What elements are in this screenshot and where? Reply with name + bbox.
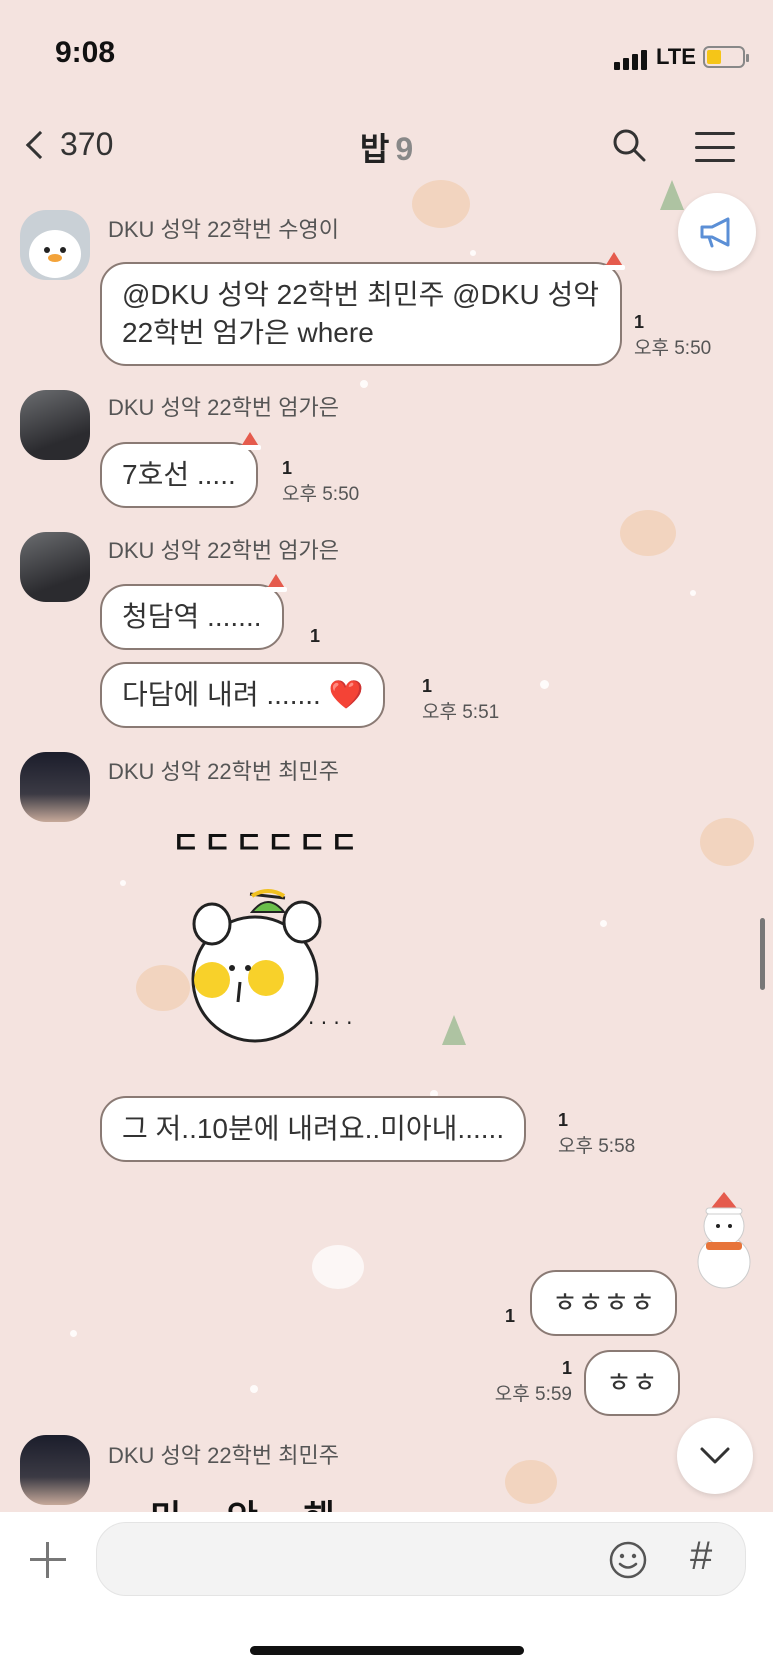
chat-header: 370 밥9: [0, 110, 773, 185]
svg-text:. . . .: . . . .: [308, 1005, 353, 1029]
avatar[interactable]: [20, 390, 90, 460]
emoji-icon[interactable]: [608, 1540, 648, 1580]
message-bubble[interactable]: @DKU 성악 22학번 최민주 @DKU 성악 22학번 엄가은 where: [100, 252, 625, 366]
sender-name: DKU 성악 22학번 엄가은: [108, 395, 339, 420]
message-time: 오후 5:50: [634, 338, 712, 359]
character-face-icon: [412, 180, 470, 228]
status-time: 9:08: [55, 36, 116, 69]
message-meta: 1 오후 5:50: [282, 458, 359, 506]
avatar[interactable]: [20, 752, 90, 822]
message-time: 오후 5:59: [494, 1384, 572, 1405]
bg-snow: [470, 250, 476, 256]
scroll-down-button[interactable]: [677, 1418, 753, 1494]
message-text: 7호선 .....: [122, 459, 236, 490]
bg-snow: [360, 380, 368, 388]
bg-snow: [540, 680, 549, 689]
home-indicator: [250, 1646, 524, 1655]
unread-count: 1: [561, 1358, 572, 1378]
search-icon[interactable]: [612, 128, 646, 162]
my-message-bubble[interactable]: ㅎㅎㅎㅎ: [530, 1270, 678, 1336]
unread-count: 1: [282, 458, 293, 478]
message-time: 오후 5:58: [558, 1136, 636, 1157]
scrollbar[interactable]: [760, 918, 765, 990]
message-meta: 1: [310, 626, 320, 647]
message-text: 다담에 내려 ....... ❤️: [122, 679, 364, 710]
chevron-down-icon: [700, 1447, 730, 1464]
status-bar: 9:08 LTE: [0, 0, 773, 110]
sticker-image[interactable]: . . . .: [180, 884, 380, 1064]
plus-icon[interactable]: [30, 1542, 66, 1578]
santa-hat-icon: [238, 432, 261, 450]
bg-snow: [120, 880, 126, 886]
bg-snow: [600, 920, 607, 927]
message-text: @DKU 성악 22학번 최민주 @DKU 성악 22학번 엄가은 where: [122, 279, 599, 348]
notice-button[interactable]: [678, 193, 756, 271]
message-text: 그 저..10분에 내려요..미아내......: [122, 1113, 505, 1144]
sticker-caption: ㄷㄷㄷㄷㄷㄷ: [172, 827, 362, 860]
message-meta: 1 오후 5:50: [634, 312, 711, 360]
menu-icon[interactable]: [695, 132, 735, 162]
message-bubble[interactable]: 그 저..10분에 내려요..미아내......: [100, 1096, 527, 1162]
message-meta: 1 오후 5:58: [558, 1110, 635, 1158]
sender-name: DKU 성악 22학번 엄가은: [108, 538, 339, 563]
character-face-icon: [620, 510, 676, 556]
message-meta: 1: [505, 1306, 515, 1327]
santa-hat-icon: [264, 574, 287, 592]
message-text: ㅎㅎ: [606, 1367, 658, 1398]
megaphone-icon: [700, 217, 730, 248]
my-message-bubble[interactable]: ㅎㅎ: [584, 1350, 680, 1416]
message-bubble[interactable]: 청담역 .......: [100, 574, 287, 650]
member-count: 9: [395, 131, 414, 167]
sender-name: DKU 성악 22학번 최민주: [108, 1443, 339, 1468]
character-face-icon: [700, 818, 754, 866]
character-face-icon: [505, 1460, 557, 1504]
chat-title-text: 밥: [359, 131, 390, 167]
bg-snow: [70, 1330, 77, 1337]
partial-sticker-text: 미 안 해: [150, 1490, 353, 1512]
unread-count: 1: [558, 1110, 569, 1130]
battery-icon: [703, 46, 749, 68]
message-meta: 1 오후 5:59: [482, 1358, 572, 1406]
message-time: 오후 5:50: [282, 484, 360, 505]
unread-count: 1: [422, 676, 433, 696]
hashtag-icon[interactable]: #: [690, 1534, 712, 1579]
signal-icon: [614, 50, 647, 70]
message-text: 청담역 .......: [122, 601, 262, 632]
message-input[interactable]: [96, 1522, 746, 1596]
message-meta: 1 오후 5:51: [422, 676, 499, 724]
avatar[interactable]: [20, 210, 90, 280]
sender-name: DKU 성악 22학번 최민주: [108, 759, 339, 784]
character-face-icon: [312, 1245, 364, 1289]
bg-snow: [690, 590, 696, 596]
unread-count: 1: [310, 626, 321, 646]
message-time: 오후 5:51: [422, 702, 500, 723]
snowman-icon: [697, 1192, 751, 1289]
chat-title: 밥9: [0, 124, 773, 170]
santa-hat-icon: [603, 252, 625, 270]
sender-name: DKU 성악 22학번 수영이: [108, 217, 339, 242]
unread-count: 1: [505, 1306, 516, 1326]
tree-icon: [442, 1015, 466, 1045]
message-text: ㅎㅎㅎㅎ: [552, 1287, 656, 1318]
message-bubble[interactable]: 7호선 .....: [100, 432, 261, 508]
bg-snow: [250, 1385, 258, 1393]
avatar[interactable]: [20, 1435, 90, 1505]
unread-count: 1: [634, 312, 645, 332]
network-label: LTE: [656, 44, 696, 69]
input-bar: #: [0, 1512, 773, 1674]
message-bubble[interactable]: 다담에 내려 ....... ❤️: [100, 662, 386, 728]
avatar[interactable]: [20, 532, 90, 602]
